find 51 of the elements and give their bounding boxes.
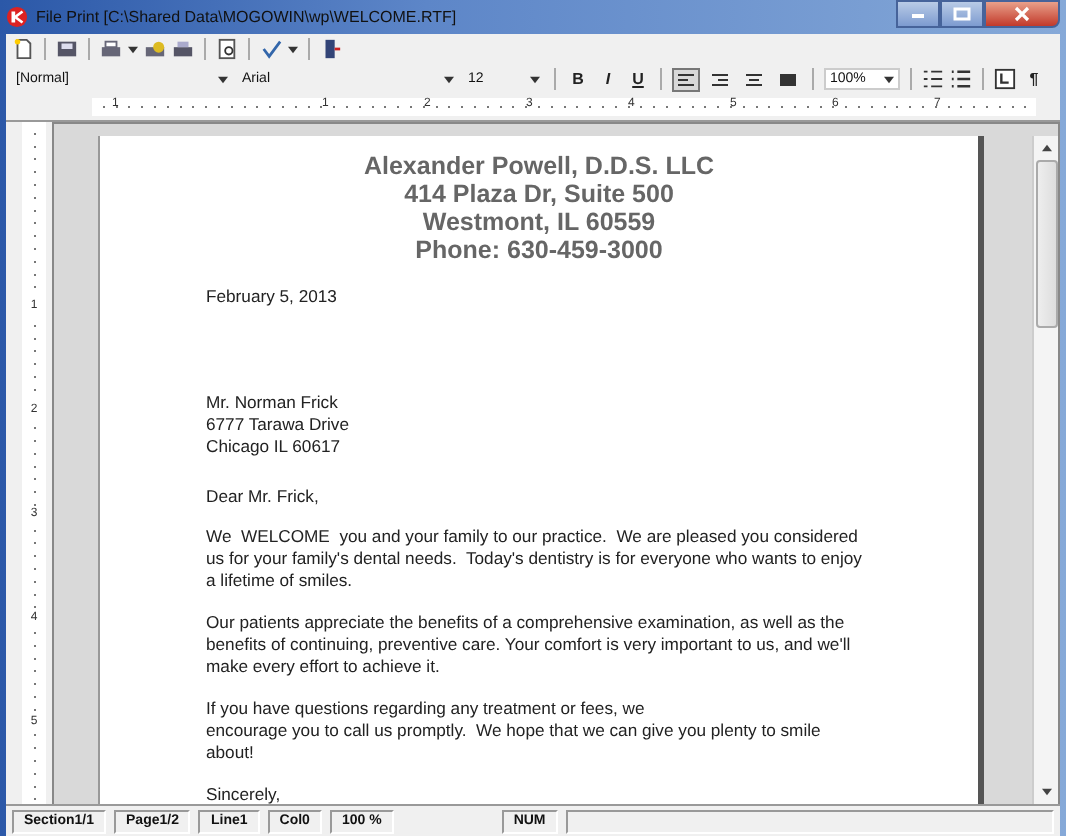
letterhead-line: 414 Plaza Dr, Suite 500 <box>404 180 674 208</box>
numbered-list-icon[interactable] <box>922 68 944 90</box>
maximize-button[interactable] <box>940 0 984 28</box>
minimize-button[interactable] <box>896 0 940 28</box>
letterhead-line: Alexander Powell, D.D.S. LLC <box>363 152 715 180</box>
format-button[interactable]: B <box>566 67 590 91</box>
maximize-icon <box>952 6 972 22</box>
letter-date: February 5, 2013 <box>206 286 337 308</box>
document-page[interactable] <box>100 136 978 804</box>
address-line: 6777 Tarawa Drive <box>206 414 351 436</box>
window-title: File Print [C:\Shared Data\MOGOWIN\wp\WELCOME.RTF] <box>36 8 457 26</box>
tab-stop-icon[interactable] <box>994 68 1016 90</box>
exit-door-icon[interactable] <box>320 38 342 60</box>
caret-icon <box>530 75 540 83</box>
show-formatting-button[interactable]: ¶ <box>1022 67 1046 91</box>
letterhead-line: Westmont, IL 60559 <box>422 208 656 236</box>
close-icon <box>1012 6 1032 22</box>
address-line: Mr. Norman Frick <box>206 392 340 414</box>
printer-icon[interactable] <box>100 38 122 60</box>
letter-paragraph: We WELCOME you and your family to our practice. We are pleased you considered us for your family's dental needs. Today's dentistry is for everyone who wants to enjoy a lifetime of smiles. <box>206 526 862 592</box>
printer-icon[interactable] <box>172 38 194 60</box>
align-right-icon <box>712 71 728 87</box>
letterhead-line: Phone: 630-459-3000 <box>415 236 663 264</box>
print-preview-icon[interactable] <box>216 38 238 60</box>
letter-closing: Sincerely, <box>206 784 281 806</box>
caret-icon <box>444 75 454 83</box>
letter-paragraph: If you have questions regarding any treatment or fees, we encourage you to call us promptly. We hope that we can give you plenty to smile about! <box>206 698 821 764</box>
justify-icon <box>780 71 796 87</box>
salutation: Dear Mr. Frick, <box>206 486 319 508</box>
new-document-icon[interactable] <box>12 38 34 60</box>
close-button[interactable] <box>984 0 1060 28</box>
scroll-up-icon[interactable] <box>1041 144 1051 152</box>
format-button[interactable]: U <box>626 67 650 91</box>
app-icon <box>6 6 28 28</box>
align-left-icon <box>678 71 694 87</box>
vertical-scrollbar[interactable] <box>1032 136 1058 804</box>
letter-paragraph: Our patients appreciate the benefits of a comprehensive examination, as well as the benefits of continuing, preventive care. Your comfort is very important to us, and we'll make every effort to achieve it. <box>206 612 851 678</box>
minimize-icon <box>908 8 928 20</box>
caret-icon <box>884 75 894 83</box>
caret-icon[interactable] <box>128 45 138 53</box>
scrollbar-thumb[interactable] <box>1035 160 1057 328</box>
scroll-down-icon[interactable] <box>1041 788 1051 796</box>
printer-icon[interactable] <box>144 38 166 60</box>
align-left-button[interactable] <box>672 67 700 91</box>
caret-icon[interactable] <box>288 45 298 53</box>
caret-icon <box>218 75 228 83</box>
bullet-list-icon[interactable] <box>950 68 972 90</box>
spell-check-icon[interactable] <box>260 38 282 60</box>
format-button[interactable]: I <box>596 67 620 91</box>
address-line: Chicago IL 60617 <box>206 436 343 458</box>
align-center-icon <box>746 71 762 87</box>
